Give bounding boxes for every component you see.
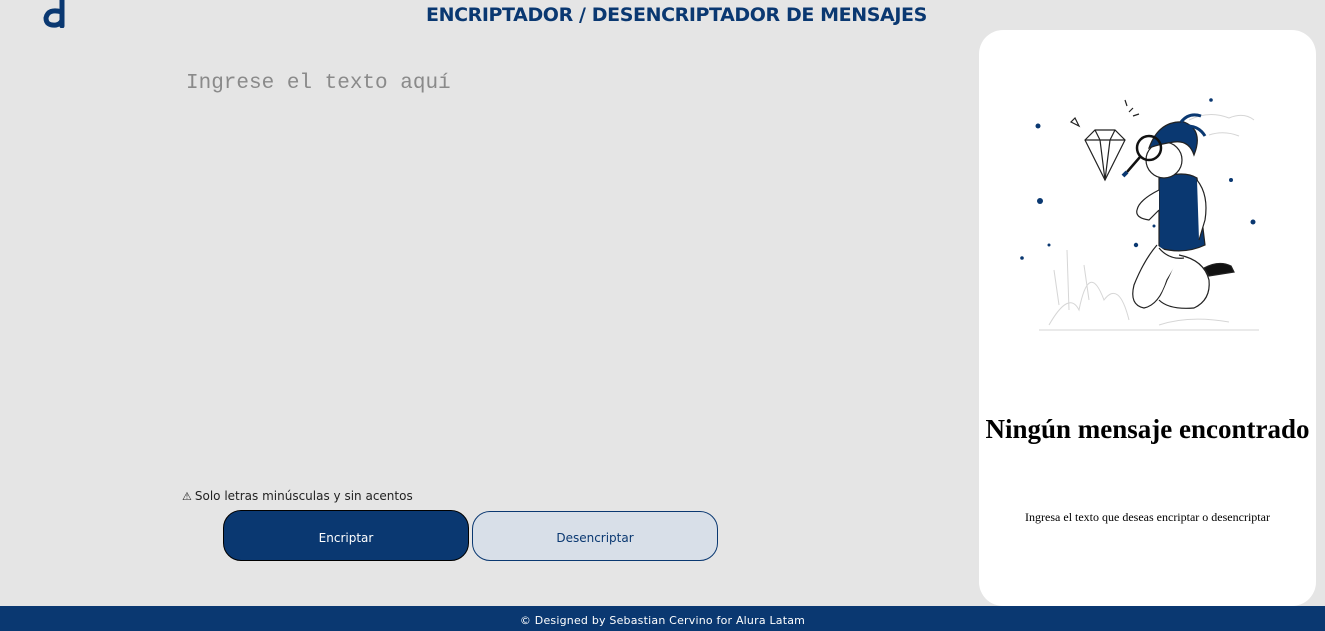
warning-text: Solo letras minúsculas y sin acentos xyxy=(194,489,413,503)
encrypt-button[interactable]: Encriptar xyxy=(223,510,469,561)
empty-output-subtitle: Ingresa el texto que deseas encriptar o … xyxy=(1025,510,1270,524)
person-magnifying-glass-illustration xyxy=(1020,98,1259,331)
decrypt-button[interactable]: Desencriptar xyxy=(472,511,718,561)
empty-output-title: Ningún mensaje encontrado xyxy=(985,414,1310,444)
warning-icon: ⚠ xyxy=(182,489,192,503)
input-warning: ⚠ Solo letras minúsculas y sin acentos xyxy=(182,489,413,503)
alura-logo-icon xyxy=(43,0,65,28)
message-input[interactable] xyxy=(186,72,926,472)
footer: © Designed by Sebastian Cervino for Alur… xyxy=(0,606,1325,631)
output-panel: Ningún mensaje encontrado Ingresa el tex… xyxy=(979,30,1316,606)
page-title: ENCRIPTADOR / DESENCRIPTADOR DE MENSAJES xyxy=(426,4,927,26)
